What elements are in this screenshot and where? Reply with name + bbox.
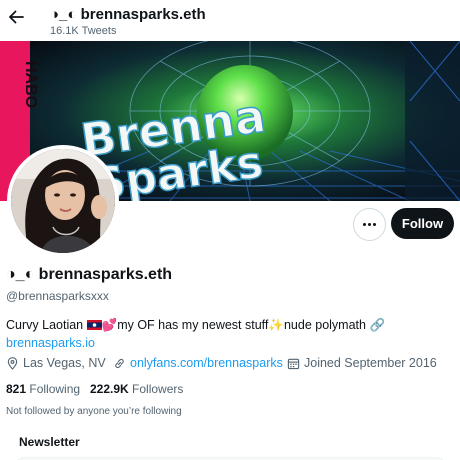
more-dot-icon (363, 223, 366, 226)
follow-button[interactable]: Follow (391, 208, 454, 239)
following-stat[interactable]: 821 Following (6, 382, 80, 396)
top-bar: ◑_◐ brennasparks.eth 16.1K Tweets (0, 0, 460, 41)
not-followed-notice: Not followed by anyone you’re following (6, 406, 182, 417)
profile-handle: @brennasparksxxx (6, 289, 109, 303)
joined-item: Joined September 2016 (287, 356, 437, 370)
laos-flag-icon (86, 320, 102, 330)
header-tweet-count: 16.1K Tweets (50, 25, 117, 37)
back-arrow-icon[interactable] (8, 9, 24, 25)
avatar-photo (11, 149, 115, 253)
followers-label: Followers (132, 382, 184, 396)
location-text: Las Vegas, NV (23, 356, 106, 370)
bio-sparkle-emoji: ✨ (268, 318, 284, 332)
calendar-icon (287, 358, 300, 369)
bio-link-emoji: 🔗 (369, 318, 386, 332)
newsletter-section: Newsletter (0, 425, 460, 460)
bio-heart-emoji: 💕 (101, 318, 118, 332)
following-label: Following (29, 382, 81, 396)
profile-avatar[interactable] (7, 145, 119, 257)
profile-display-name: ◑_◐ brennasparks.eth (6, 266, 173, 283)
profile-bio: Curvy Laotian 💕my OF has my newest stuff… (6, 316, 446, 352)
followers-count: 222.9K (90, 382, 129, 396)
location-item: Las Vegas, NV (6, 356, 106, 370)
website-item[interactable]: onlyfans.com/brennasparks (113, 356, 283, 370)
location-pin-icon (7, 356, 18, 370)
more-dot-icon (368, 223, 371, 226)
bio-text-suffix: nude polymath (283, 318, 370, 332)
profile-meta-row: Las Vegas, NV onlyfans.com/brennasparks … (6, 356, 456, 374)
following-count: 821 (6, 382, 27, 396)
header-profile-name: ◑_◐ brennasparks.eth (50, 6, 206, 23)
bio-link[interactable]: brennasparks.io (6, 336, 95, 350)
website-link[interactable]: onlyfans.com/brennasparks (130, 356, 283, 370)
bio-text-prefix: Curvy Laotian (6, 318, 87, 332)
more-options-button[interactable] (353, 208, 386, 241)
link-icon (115, 358, 124, 368)
more-dot-icon (373, 223, 376, 226)
banner-side-text: HABO (22, 61, 39, 108)
followers-stat[interactable]: 222.9K Followers (90, 382, 183, 396)
joined-text: Joined September 2016 (304, 356, 437, 370)
bio-text-middle: my OF has my newest stuff (117, 318, 269, 332)
newsletter-title: Newsletter (19, 435, 80, 449)
